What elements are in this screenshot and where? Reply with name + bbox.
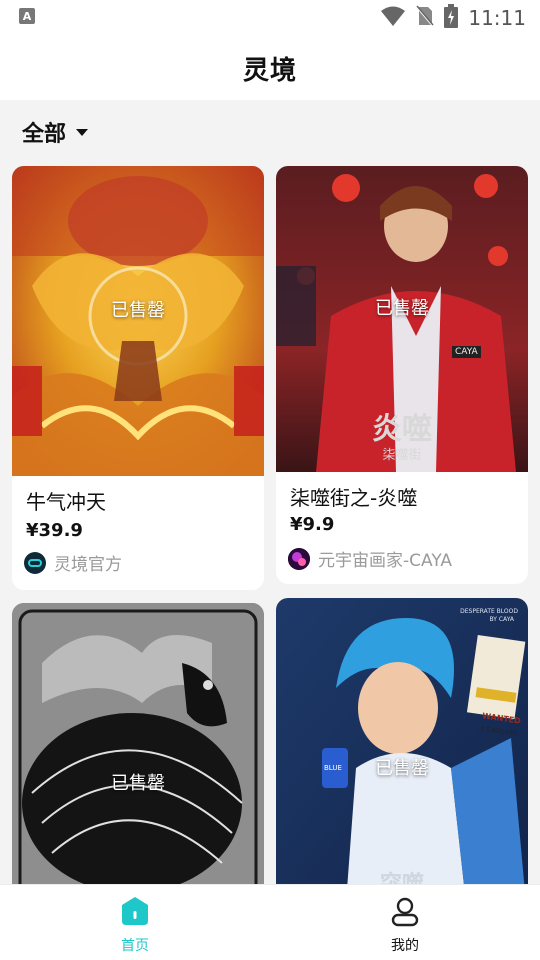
app-title: 灵境: [242, 55, 297, 86]
artwork-price: ¥39.9: [26, 520, 83, 541]
artwork-subtitle: 柒噬街: [382, 448, 422, 463]
bottom-navigation: 首页 我的: [0, 884, 540, 960]
artwork-author[interactable]: 灵境官方: [24, 550, 122, 575]
artwork-title: 牛气冲天: [26, 490, 106, 514]
sold-out-label: 已售罄: [111, 773, 165, 794]
battery-charging-icon: [444, 4, 459, 32]
artwork-tag: BY CAYA: [489, 616, 515, 623]
artwork-card[interactable]: 已售罄: [12, 603, 264, 903]
nav-profile-label: 我的: [391, 937, 419, 954]
sold-out-label: 已售罄: [111, 300, 165, 321]
author-name: 灵境官方: [54, 555, 122, 575]
artwork-badge: CAYA: [452, 346, 481, 358]
profile-icon: [389, 895, 421, 931]
artwork-title: 柒噬街之-炎噬: [290, 486, 418, 510]
artwork-image: 已售罄: [12, 166, 264, 476]
official-logo-icon: [24, 551, 46, 574]
artwork-author[interactable]: 元宇宙画家-CAYA: [288, 546, 452, 571]
status-time: 11:11: [468, 6, 526, 30]
artwork-card[interactable]: DESPERATE BLOOD BY CAYA WANTED $ 5,000,0…: [276, 598, 528, 903]
artwork-price: ¥9.9: [290, 514, 335, 535]
artwork-card[interactable]: 已售罄 牛气冲天 ¥39.9 灵境官方: [12, 166, 264, 590]
app-header: 灵境: [0, 36, 540, 100]
author-avatar: [288, 547, 310, 570]
sold-out-label: 已售罄: [375, 758, 429, 779]
artwork-calligraphy: 炎噬: [372, 412, 432, 447]
sold-out-label: 已售罄: [375, 298, 429, 319]
artwork-image: 已售罄 炎噬 柒噬街 CAYA: [276, 166, 528, 472]
category-filter-dropdown[interactable]: 全部: [22, 116, 89, 148]
category-filter-label: 全部: [22, 122, 67, 147]
artwork-image: DESPERATE BLOOD BY CAYA WANTED $ 5,000,0…: [276, 598, 528, 903]
home-icon: [119, 895, 151, 931]
no-sim-icon: [416, 5, 435, 31]
artwork-card[interactable]: 已售罄 炎噬 柒噬街 CAYA 柒噬街之-炎噬 ¥9.9 元宇宙画家-CAYA: [276, 166, 528, 584]
author-name: 元宇宙画家-CAYA: [318, 551, 453, 571]
status-bar: A 11:11: [0, 0, 540, 36]
nav-home-label: 首页: [121, 937, 149, 954]
keyboard-a-icon: A: [18, 7, 36, 29]
nav-profile[interactable]: 我的: [270, 885, 540, 960]
svg-text:A: A: [23, 10, 32, 23]
caret-down-icon: [76, 128, 89, 136]
wifi-icon: [380, 5, 406, 31]
nav-home[interactable]: 首页: [0, 885, 270, 960]
artwork-image: 已售罄: [12, 603, 264, 903]
artwork-tag: DESPERATE BLOOD: [460, 608, 518, 615]
